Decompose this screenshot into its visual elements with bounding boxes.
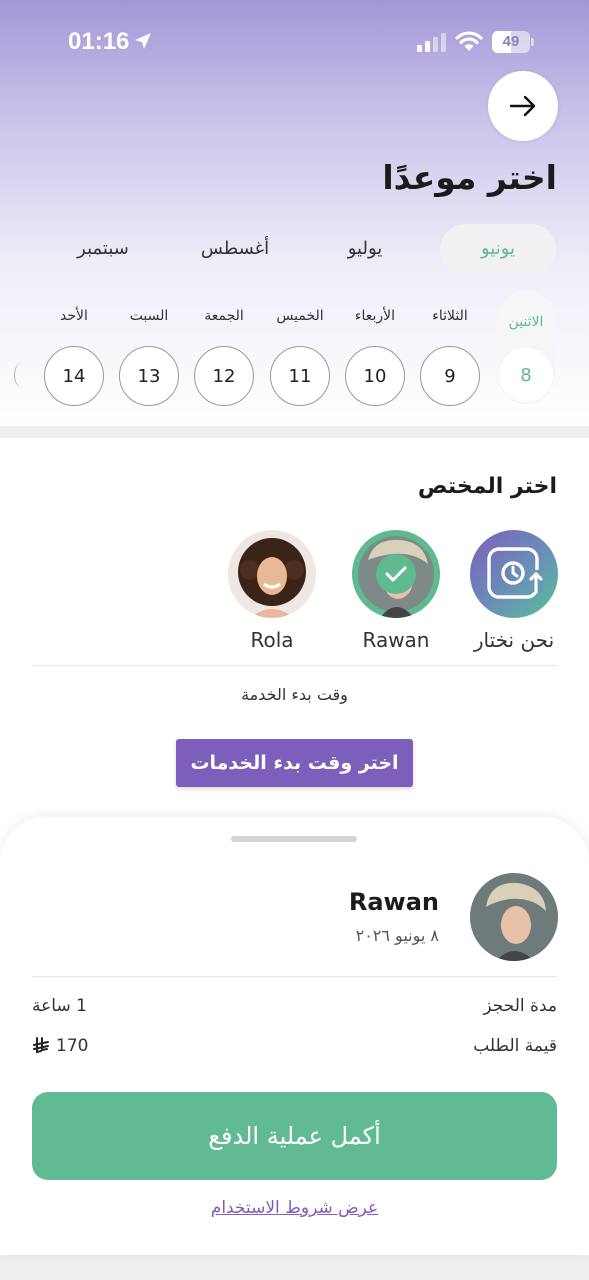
specialist-rola[interactable]	[228, 530, 316, 618]
selected-check-badge	[376, 554, 416, 594]
wifi-icon	[455, 31, 483, 51]
day-11[interactable]: 11	[270, 346, 330, 406]
day-name-saturday: السبت	[129, 308, 169, 324]
battery-level: 49	[502, 33, 520, 50]
sheet-drag-handle[interactable]	[231, 836, 357, 842]
day-10[interactable]: 10	[345, 346, 405, 406]
clock-rotate-icon	[487, 547, 543, 599]
summary-name: Rawan	[348, 888, 439, 916]
day-next-partial[interactable]	[14, 362, 32, 388]
tab-month-august[interactable]: أغسطس	[190, 224, 280, 274]
divider	[32, 665, 557, 666]
saudi-riyal-icon	[33, 1037, 49, 1054]
price-value-group: 170	[32, 1036, 88, 1056]
check-icon	[385, 566, 407, 582]
tab-month-september[interactable]: سبتمبر	[58, 224, 148, 274]
day-name-thursday: الخميس	[276, 308, 324, 324]
status-bar: 01:16 49	[0, 0, 589, 80]
day-12[interactable]: 12	[194, 346, 254, 406]
day-9[interactable]: 9	[420, 346, 480, 406]
specialist-name-rawan: Rawan	[362, 628, 430, 652]
duration-value: 1 ساعة	[32, 996, 87, 1016]
day-name-monday: الاثنين	[508, 314, 544, 330]
summary-avatar	[470, 873, 558, 961]
choose-start-time-button[interactable]: اختر وقت بدء الخدمات	[176, 739, 413, 787]
battery-icon: 49	[492, 31, 534, 53]
month-tabs: يونيو يوليو أغسطس سبتمبر	[0, 224, 589, 274]
service-start-label: وقت بدء الخدمة	[241, 685, 348, 704]
price-label: قيمة الطلب	[473, 1036, 557, 1056]
day-name-wednesday: الأربعاء	[354, 308, 396, 324]
avatar	[228, 530, 316, 618]
day-13[interactable]: 13	[119, 346, 179, 406]
price-value: 170	[56, 1036, 89, 1056]
specialist-name-rola: Rola	[250, 628, 294, 652]
auto-choose-option[interactable]	[470, 530, 558, 618]
specialist-title: اختر المختص	[417, 474, 557, 499]
divider	[32, 976, 557, 977]
complete-payment-button[interactable]: أكمل عملية الدفع	[32, 1092, 557, 1180]
specialist-name-auto: نحن نختار	[473, 628, 555, 652]
arrow-right-icon	[509, 95, 536, 117]
location-arrow-icon	[135, 33, 151, 49]
day-14[interactable]: 14	[44, 346, 104, 406]
terms-link[interactable]: عرض شروط الاستخدام	[0, 1198, 589, 1218]
day-name-sunday: الأحد	[60, 308, 88, 324]
avatar	[470, 873, 558, 961]
status-time: 01:16	[68, 28, 130, 55]
cellular-signal-icon	[417, 33, 446, 52]
day-name-friday: الجمعة	[204, 308, 244, 324]
day-name-tuesday: الثلاثاء	[432, 308, 468, 324]
back-button[interactable]	[488, 71, 558, 141]
day-8[interactable]: 8	[499, 348, 553, 402]
page-title: اختر موعدًا	[382, 158, 557, 197]
summary-date: ٨ يونيو ٢٠٢٦	[355, 926, 439, 945]
duration-label: مدة الحجز	[483, 996, 557, 1016]
tab-month-july[interactable]: يوليو	[320, 224, 410, 274]
tab-month-june[interactable]: يونيو	[440, 224, 556, 274]
